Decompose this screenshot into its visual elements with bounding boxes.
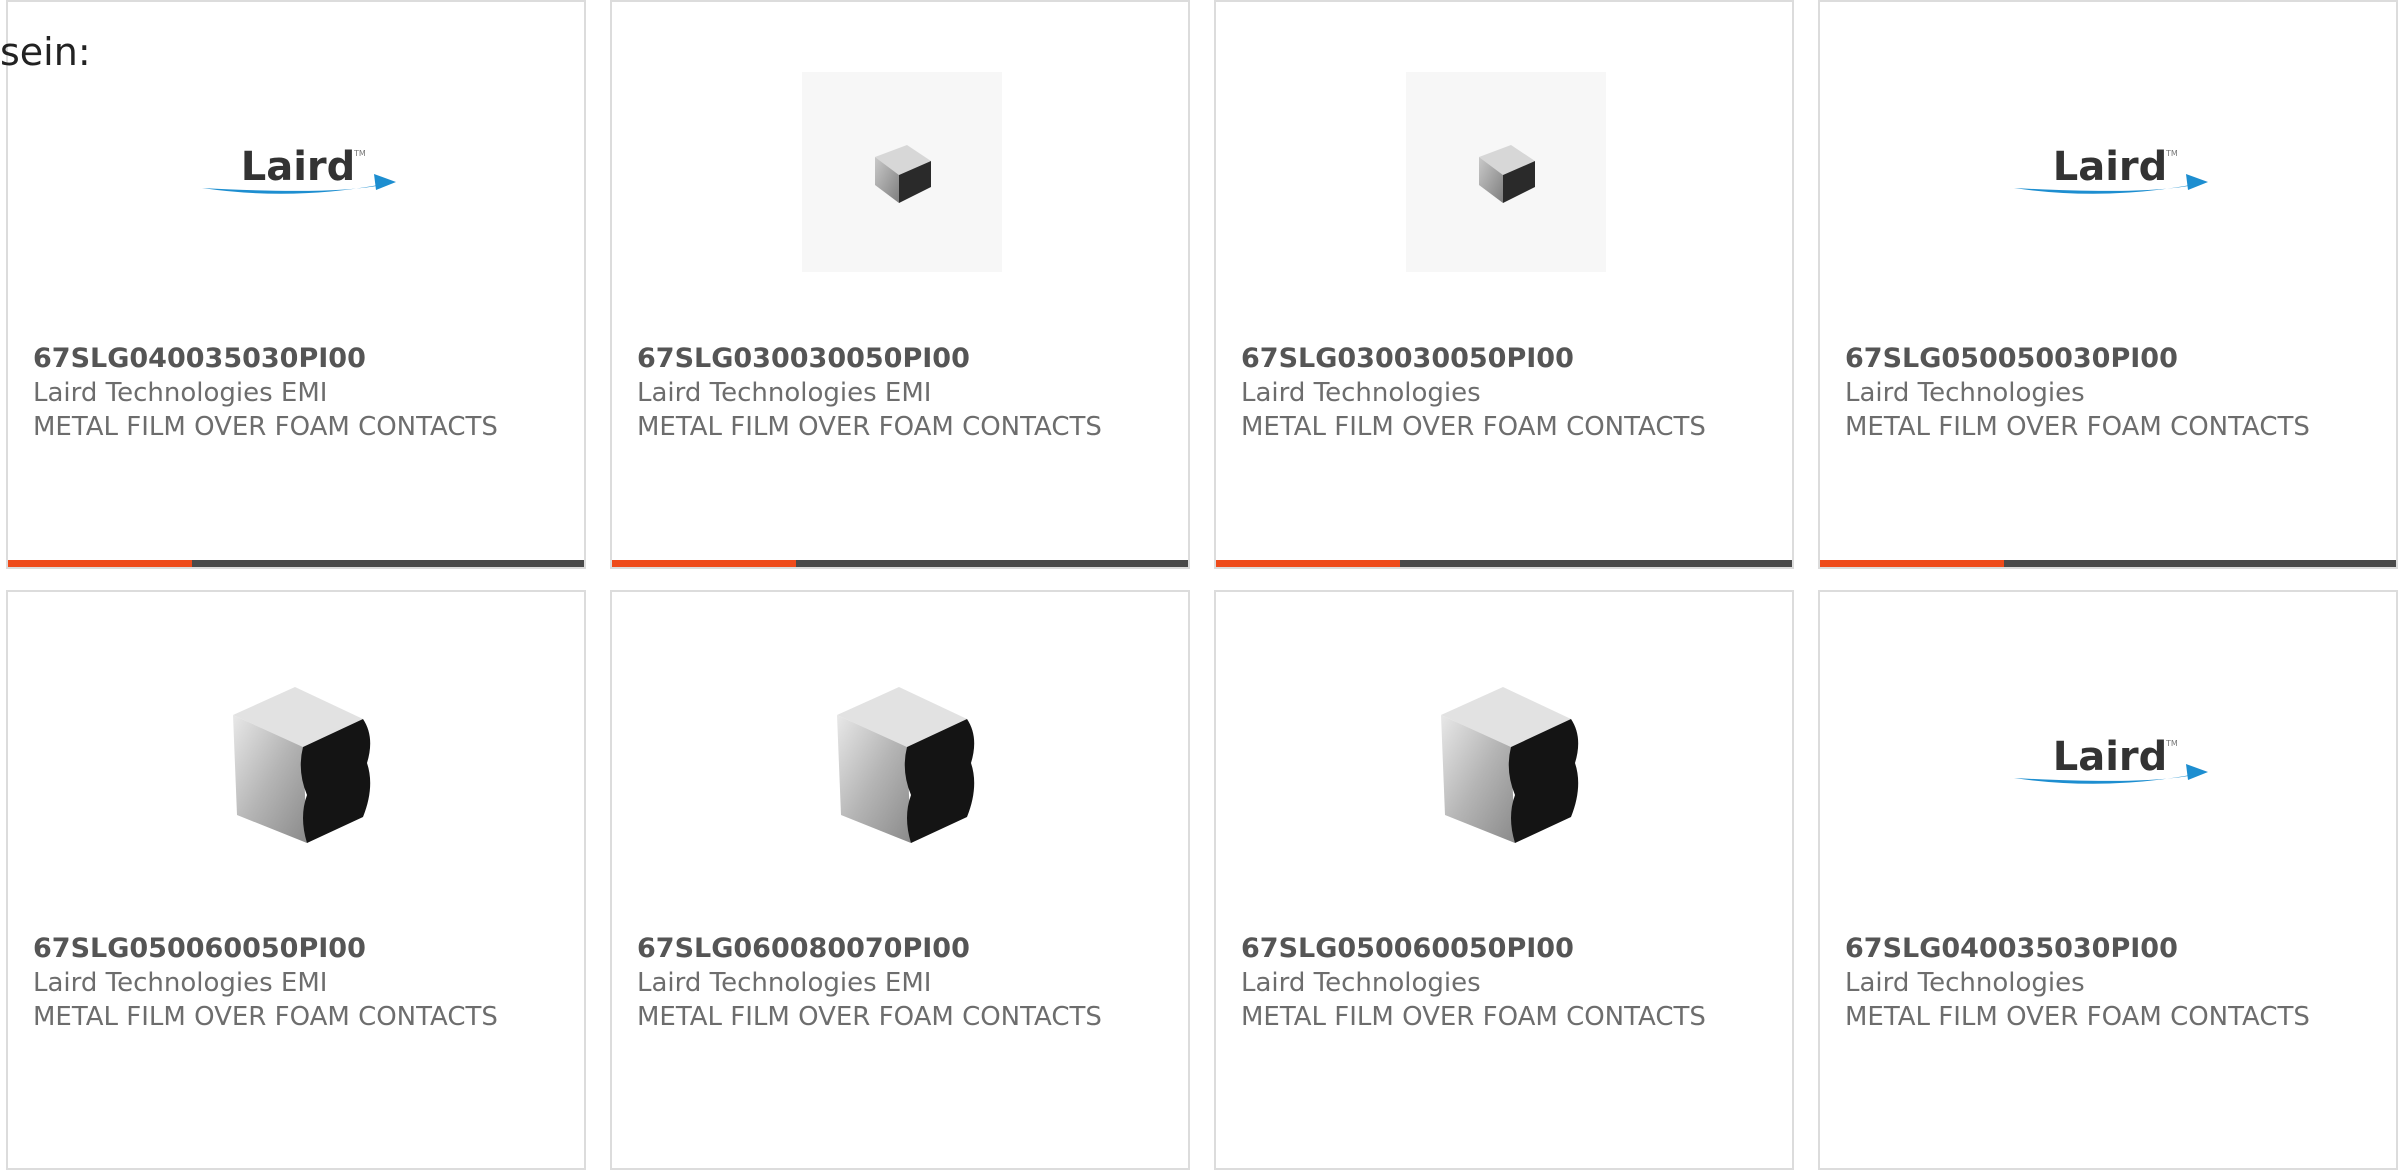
description: METAL FILM OVER FOAM CONTACTS: [33, 412, 498, 442]
description: METAL FILM OVER FOAM CONTACTS: [1241, 1002, 1706, 1032]
part-number[interactable]: 67SLG050060050PI00: [33, 932, 553, 966]
card-progress-bar: [1216, 560, 1792, 567]
laird-logo-image: Laird TM: [2010, 662, 2210, 862]
part-number[interactable]: 67SLG040035030PI00: [1845, 932, 2365, 966]
laird-logo-image: Laird TM: [2010, 72, 2210, 272]
manufacturer: Laird Technologies EMI: [637, 968, 932, 998]
manufacturer: Laird Technologies EMI: [33, 968, 328, 998]
description: METAL FILM OVER FOAM CONTACTS: [637, 1002, 1102, 1032]
part-number[interactable]: 67SLG050050030PI00: [1845, 342, 2365, 376]
product-card[interactable]: 67SLG060080070PI00 Laird Technologies EM…: [610, 590, 1190, 1170]
card-progress-bar: [1820, 560, 2396, 567]
card-progress-accent: [612, 560, 797, 567]
foam-contact-image: [802, 662, 1002, 862]
card-progress-accent: [8, 560, 193, 567]
foam-contact-image: [198, 662, 398, 862]
svg-text:TM: TM: [2165, 149, 2178, 158]
product-card[interactable]: Laird TM 67SLG040035030PI00 Laird Technol…: [6, 0, 586, 569]
product-card[interactable]: Laird TM 67SLG040035030PI00 Laird Technol…: [1818, 590, 2398, 1170]
manufacturer: Laird Technologies EMI: [33, 378, 328, 408]
card-progress-accent: [1216, 560, 1401, 567]
product-card[interactable]: 67SLG050060050PI00 Laird Technologies EM…: [6, 590, 586, 1170]
product-card[interactable]: Laird TM 67SLG050050030PI00 Laird Technol…: [1818, 0, 2398, 569]
manufacturer: Laird Technologies: [1241, 378, 1481, 408]
description: METAL FILM OVER FOAM CONTACTS: [1241, 412, 1706, 442]
foam-contact-image: [1406, 662, 1606, 862]
part-number[interactable]: 67SLG060080070PI00: [637, 932, 1157, 966]
part-number[interactable]: 67SLG030030050PI00: [1241, 342, 1761, 376]
foam-contact-image: [1406, 72, 1606, 272]
card-progress-bar: [8, 560, 584, 567]
part-number[interactable]: 67SLG050060050PI00: [1241, 932, 1761, 966]
description: METAL FILM OVER FOAM CONTACTS: [1845, 412, 2310, 442]
card-progress-bar: [612, 560, 1188, 567]
laird-logo-image: Laird TM: [198, 72, 398, 272]
part-number[interactable]: 67SLG030030050PI00: [637, 342, 1157, 376]
manufacturer: Laird Technologies: [1241, 968, 1481, 998]
foam-contact-image: [802, 72, 1002, 272]
card-progress-accent: [1820, 560, 2005, 567]
manufacturer: Laird Technologies: [1845, 968, 2085, 998]
svg-text:Laird: Laird: [241, 144, 356, 190]
manufacturer: Laird Technologies: [1845, 378, 2085, 408]
intro-text: sein:: [0, 30, 91, 74]
part-number[interactable]: 67SLG040035030PI00: [33, 342, 553, 376]
description: METAL FILM OVER FOAM CONTACTS: [1845, 1002, 2310, 1032]
svg-text:Laird: Laird: [2053, 734, 2168, 780]
description: METAL FILM OVER FOAM CONTACTS: [637, 412, 1102, 442]
product-card[interactable]: 67SLG030030050PI00 Laird Technologies ME…: [1214, 0, 1794, 569]
manufacturer: Laird Technologies EMI: [637, 378, 932, 408]
svg-text:TM: TM: [353, 149, 366, 158]
svg-text:Laird: Laird: [2053, 144, 2168, 190]
description: METAL FILM OVER FOAM CONTACTS: [33, 1002, 498, 1032]
product-card[interactable]: 67SLG050060050PI00 Laird Technologies ME…: [1214, 590, 1794, 1170]
svg-text:TM: TM: [2165, 739, 2178, 748]
product-card[interactable]: 67SLG030030050PI00 Laird Technologies EM…: [610, 0, 1190, 569]
